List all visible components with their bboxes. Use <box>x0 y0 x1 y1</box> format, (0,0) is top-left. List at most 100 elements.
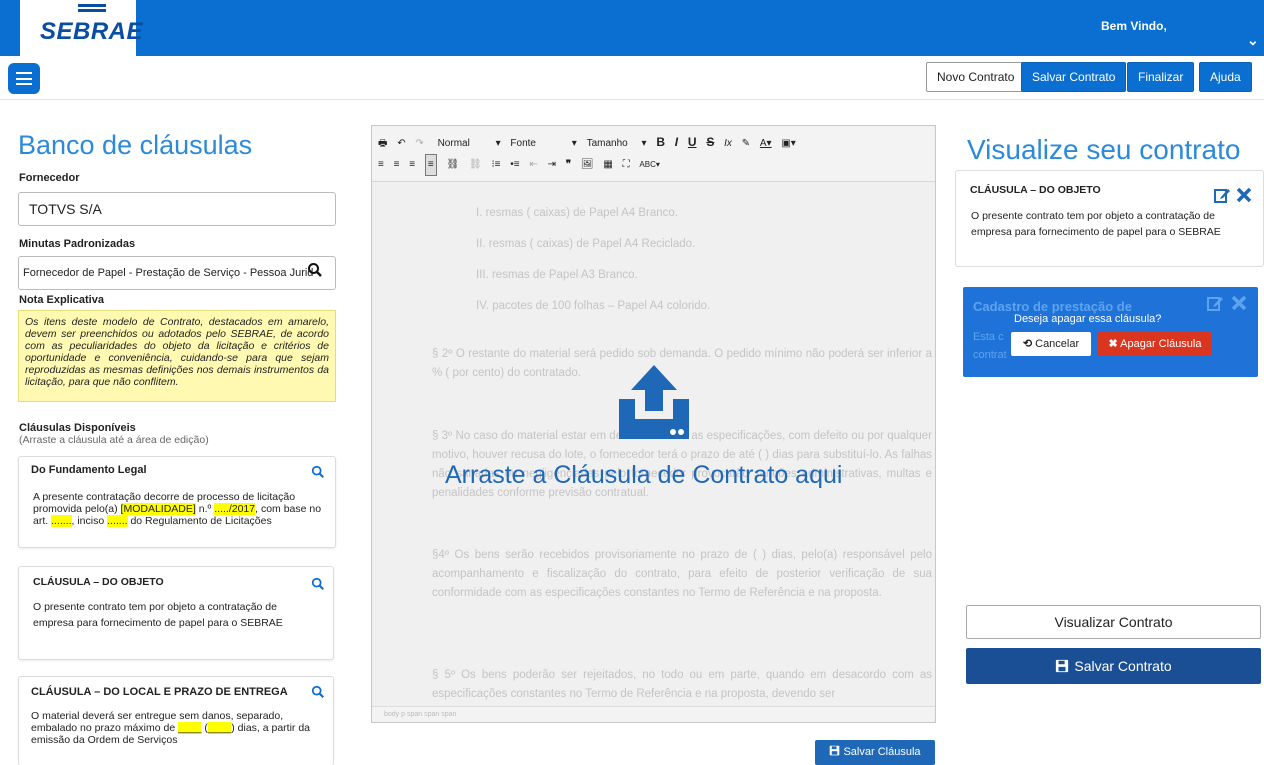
cancel-label: Cancelar <box>1035 338 1080 350</box>
logo-bars-icon <box>78 4 106 14</box>
clause-card-title: CLÁUSULA – DO LOCAL E PRAZO DE ENTREGA <box>31 686 288 698</box>
ghost-line: IV. pacotes de 100 folhas – Papel A4 col… <box>476 300 711 312</box>
bullet-list-icon[interactable]: •≡ <box>510 155 519 175</box>
available-clauses-hint: (Arraste a cláusula até a área de edição… <box>19 434 209 446</box>
search-icon[interactable] <box>311 577 325 591</box>
edit-icon[interactable] <box>1207 295 1223 311</box>
upload-icon <box>619 365 689 439</box>
confirm-delete-button[interactable]: ✖ Apagar Cláusula <box>1098 332 1212 356</box>
format-painter-icon[interactable]: ✎ <box>742 134 750 154</box>
explanatory-note: Os itens deste modelo de Contrato, desta… <box>18 310 336 402</box>
clause-card-text: O presente contrato tem por objeto a con… <box>33 601 283 629</box>
templates-label: Minutas Padronizadas <box>19 238 136 250</box>
text-part: , inciso <box>71 515 108 527</box>
text-part: n.º <box>195 503 215 515</box>
finalize-button[interactable]: Finalizar <box>1127 62 1195 92</box>
cancel-delete-button[interactable]: ⟲ Cancelar <box>1011 332 1091 356</box>
clause-card-title: CLÁUSULA – DO OBJETO <box>33 576 164 588</box>
unlink-icon[interactable]: ⛓ <box>469 155 482 175</box>
strikethrough-icon[interactable]: S <box>706 132 714 152</box>
format-select[interactable]: Normal <box>438 134 470 154</box>
hamburger-menu-button[interactable] <box>8 63 40 94</box>
background-color-icon[interactable]: ▣▾ <box>781 134 795 154</box>
clause-card[interactable]: CLÁUSULA – DO OBJETO O presente contrato… <box>18 566 334 660</box>
preview-clause-text: O presente contrato tem por objeto a con… <box>971 210 1221 238</box>
clause-bank-title: Banco de cláusulas <box>18 130 253 160</box>
spellcheck-icon[interactable]: ABC▾ <box>639 155 659 175</box>
editor-toolbar: 🖶 ↶ ↷ Normal ▾ Fonte ▾ Tamanho ▾ B I U S… <box>372 126 935 182</box>
close-icon[interactable] <box>1231 295 1247 311</box>
ghost-line: II. resmas ( caixas) de Papel A4 Recicla… <box>476 238 696 250</box>
draft-clause-text: contrat <box>973 349 1007 361</box>
clause-card-text: O material deverá ser entregue sem danos… <box>31 710 321 746</box>
underline-icon[interactable]: U <box>688 132 697 152</box>
clause-card-title: Do Fundamento Legal <box>31 464 147 476</box>
draft-clause-text: Esta c <box>973 331 1004 343</box>
font-chevron-icon[interactable]: ▾ <box>572 134 577 154</box>
logo-text: SEBRAE <box>40 18 144 45</box>
numbered-list-icon[interactable]: ⁝≡ <box>491 155 500 175</box>
view-contract-button[interactable]: Visualizar Contrato <box>966 605 1261 639</box>
logo[interactable]: SEBRAE <box>8 0 143 56</box>
undo-icon[interactable]: ↶ <box>397 134 405 154</box>
align-justify-icon[interactable]: ≡ <box>424 154 437 176</box>
redo-icon[interactable]: ↷ <box>415 134 423 154</box>
italic-icon[interactable]: I <box>675 132 678 152</box>
highlight-field: ....... <box>107 515 128 527</box>
search-icon[interactable] <box>311 685 325 699</box>
supplier-label: Fornecedor <box>19 172 80 184</box>
contract-editor[interactable]: 🖶 ↶ ↷ Normal ▾ Fonte ▾ Tamanho ▾ B I U S… <box>371 125 936 723</box>
clause-card[interactable]: CLÁUSULA – DO LOCAL E PRAZO DE ENTREGA O… <box>18 676 334 765</box>
table-icon[interactable]: ▦ <box>603 155 612 175</box>
ghost-paragraph: §4º Os bens serão recebidos provisoriame… <box>432 549 932 599</box>
templates-value: Fornecedor de Papel - Prestação de Servi… <box>23 267 314 279</box>
align-left-icon[interactable]: ≡ <box>378 155 384 175</box>
print-icon[interactable]: 🖶 <box>378 134 387 154</box>
size-chevron-icon[interactable]: ▾ <box>642 134 647 154</box>
action-bar: Novo Contrato Salvar Contrato Finalizar … <box>0 56 1264 100</box>
indent-icon[interactable]: ⇥ <box>548 155 556 175</box>
new-contract-button[interactable]: Novo Contrato <box>926 62 1026 92</box>
image-icon[interactable]: 🖼 <box>581 155 594 175</box>
ghost-line: III. resmas de Papel A3 Branco. <box>476 269 638 281</box>
bold-icon[interactable]: B <box>656 132 665 152</box>
save-clause-label: Salvar Cláusula <box>843 746 921 758</box>
font-select[interactable]: Fonte <box>510 134 536 154</box>
save-contract-button[interactable]: Salvar Contrato <box>966 648 1261 684</box>
drop-zone-text: Arraste a Cláusula de Contrato aqui <box>445 461 843 489</box>
search-icon[interactable] <box>311 465 325 479</box>
editor-body[interactable]: I. resmas ( caixas) de Papel A4 Branco. … <box>372 182 935 707</box>
close-icon[interactable] <box>1236 187 1252 203</box>
align-center-icon[interactable]: ≡ <box>394 155 400 175</box>
link-icon[interactable]: ⛓ <box>447 155 460 175</box>
text-color-icon[interactable]: A▾ <box>760 134 772 154</box>
highlight-field: ....... <box>51 515 72 527</box>
ghost-line: I. resmas ( caixas) de Papel A4 Branco. <box>476 207 678 219</box>
undo-icon: ⟲ <box>1022 338 1033 350</box>
ghost-paragraph: § 5º Os bens poderão ser rejeitados, no … <box>432 669 932 700</box>
highlight-field: ...../2017 <box>214 503 256 515</box>
user-menu-chevron-icon[interactable]: ⌄ <box>1247 32 1259 49</box>
save-clause-button[interactable]: Salvar Cláusula <box>815 740 935 765</box>
clause-card[interactable]: Do Fundamento Legal A presente contrataç… <box>18 456 336 548</box>
blockquote-icon[interactable]: ❞ <box>566 155 571 175</box>
align-right-icon[interactable]: ≡ <box>409 155 415 175</box>
outdent-icon[interactable]: ⇤ <box>529 155 537 175</box>
editor-status-bar: body p span span span <box>372 706 935 722</box>
fullscreen-icon[interactable]: ⛶ <box>623 155 630 175</box>
highlight-field: ____ <box>178 722 202 734</box>
supplier-input[interactable]: TOTVS S/A <box>18 192 336 226</box>
clear-format-icon[interactable]: Ix <box>724 134 732 154</box>
search-icon[interactable] <box>307 262 323 278</box>
size-select[interactable]: Tamanho <box>587 134 628 154</box>
preview-clause-title: CLÁUSULA – DO OBJETO <box>970 184 1101 196</box>
welcome-text: Bem Vindo, <box>1101 19 1167 33</box>
text-part: do Regulamento de Licitações <box>127 515 272 527</box>
save-contract-top-button[interactable]: Salvar Contrato <box>1021 62 1127 92</box>
help-button[interactable]: Ajuda <box>1199 62 1252 92</box>
format-chevron-icon[interactable]: ▾ <box>496 134 501 154</box>
draft-clause-title: Cadastro de prestação de <box>973 299 1132 314</box>
clause-card-text: A presente contratação decorre de proces… <box>33 491 329 527</box>
templates-select[interactable]: Fornecedor de Papel - Prestação de Servi… <box>18 256 336 290</box>
edit-icon[interactable] <box>1214 187 1230 203</box>
